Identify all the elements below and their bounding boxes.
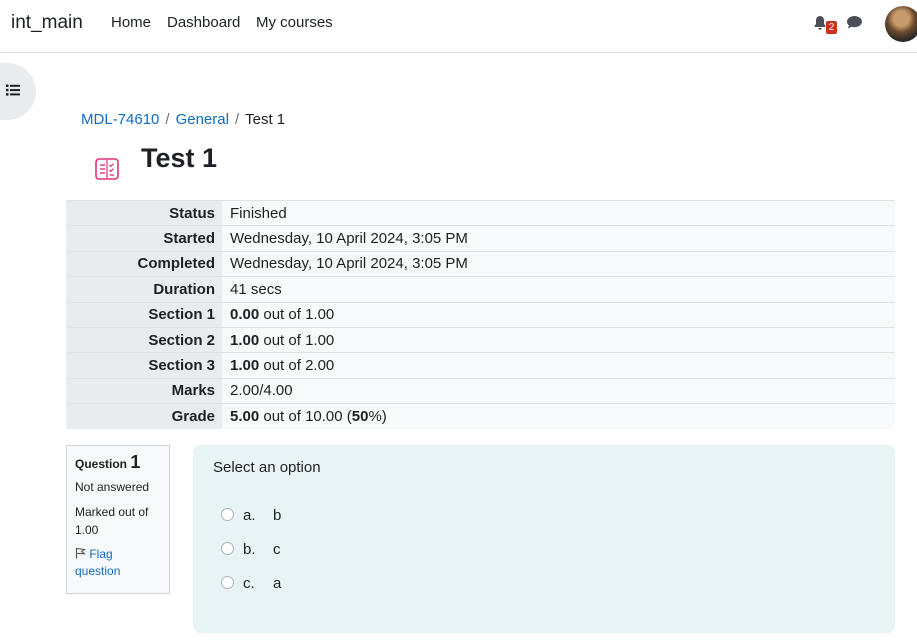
grade-percent: 50 (351, 408, 369, 426)
question-grade: Marked out of 1.00 (75, 505, 149, 537)
option-text: a (273, 575, 282, 592)
question-label: Question (75, 457, 128, 471)
bell-icon[interactable] (813, 15, 827, 31)
site-name[interactable]: int_main (11, 12, 83, 34)
row-label: Section 1 (66, 302, 222, 328)
row-label: Status (66, 200, 222, 226)
breadcrumb-course[interactable]: MDL-74610 (81, 111, 159, 128)
attempt-summary-table: Status Finished Started Wednesday, 10 Ap… (66, 200, 895, 430)
grade-percent-suffix: %) (368, 408, 387, 426)
score-max: out of 1.00 (259, 306, 335, 324)
answer-option[interactable]: c. a (221, 575, 281, 592)
answer-option[interactable]: b. c (221, 541, 281, 558)
question-info: Question 1 Not answered Marked out of 1.… (66, 445, 170, 594)
row-label: Duration (66, 276, 222, 303)
grade-value: 5.00 (230, 408, 260, 426)
row-value: Wednesday, 10 April 2024, 3:05 PM (222, 225, 895, 252)
table-row: Started Wednesday, 10 April 2024, 3:05 P… (66, 225, 895, 252)
quiz-icon (95, 158, 119, 180)
flag-icon (75, 548, 87, 559)
row-value: 2.00/4.00 (222, 378, 895, 404)
row-label: Started (66, 225, 222, 252)
row-value: 0.00 out of 1.00 (222, 302, 895, 328)
table-row: Status Finished (66, 200, 895, 226)
table-row: Completed Wednesday, 10 April 2024, 3:05… (66, 251, 895, 277)
table-row: Section 3 1.00 out of 2.00 (66, 352, 895, 379)
row-label: Grade (66, 403, 222, 430)
flag-question-link[interactable]: Flag question (75, 546, 161, 580)
table-row: Section 1 0.00 out of 1.00 (66, 302, 895, 328)
course-index-toggle[interactable] (0, 63, 36, 120)
option-radio[interactable] (221, 576, 234, 589)
score-value: 1.00 (230, 357, 260, 375)
row-value: 1.00 out of 1.00 (222, 327, 895, 353)
score-max: out of 2.00 (259, 357, 335, 375)
question-state: Not answered (75, 480, 150, 494)
row-value: 1.00 out of 2.00 (222, 352, 895, 379)
row-label: Completed (66, 251, 222, 277)
chat-icon[interactable] (846, 15, 863, 30)
table-row: Section 2 1.00 out of 1.00 (66, 327, 895, 353)
notification-count-badge: 2 (826, 21, 837, 34)
table-row: Grade 5.00 out of 10.00 (50%) (66, 403, 895, 430)
breadcrumb: MDL-74610 / General / Test 1 (81, 111, 285, 128)
option-radio[interactable] (221, 542, 234, 555)
question-number-value: 1 (130, 452, 141, 472)
score-max: out of 1.00 (259, 331, 335, 349)
page-title: Test 1 (141, 143, 218, 173)
option-radio[interactable] (221, 508, 234, 521)
top-navbar: int_main Home Dashboard My courses 2 (0, 0, 917, 53)
score-value: 1.00 (230, 331, 260, 349)
question-content: Select an option a. b b. c c. a (193, 445, 895, 633)
row-label: Section 3 (66, 352, 222, 379)
breadcrumb-current: Test 1 (245, 111, 286, 128)
row-value: 41 secs (222, 276, 895, 303)
row-label: Section 2 (66, 327, 222, 353)
row-value: Wednesday, 10 April 2024, 3:05 PM (222, 251, 895, 277)
list-icon (6, 84, 20, 96)
breadcrumb-section[interactable]: General (176, 111, 229, 128)
option-text: c (273, 541, 281, 558)
answer-option[interactable]: a. b (221, 507, 281, 524)
nav-dashboard[interactable]: Dashboard (167, 14, 240, 31)
question-text: Select an option (213, 459, 321, 476)
option-letter: a. (243, 507, 256, 524)
option-text: b (273, 507, 282, 524)
option-letter: b. (243, 541, 256, 558)
table-row: Marks 2.00/4.00 (66, 378, 895, 404)
grade-max: out of 10.00 ( (259, 408, 352, 426)
row-label: Marks (66, 378, 222, 404)
row-value: Finished (222, 200, 895, 226)
nav-home[interactable]: Home (111, 14, 151, 31)
breadcrumb-separator: / (165, 111, 170, 128)
breadcrumb-separator: / (234, 111, 240, 128)
nav-my-courses[interactable]: My courses (256, 14, 333, 31)
row-value: 5.00 out of 10.00 (50%) (222, 403, 895, 430)
user-avatar[interactable] (885, 6, 917, 42)
score-value: 0.00 (230, 306, 260, 324)
option-letter: c. (243, 575, 255, 592)
table-row: Duration 41 secs (66, 276, 895, 303)
question-number: Question 1 (75, 452, 161, 473)
